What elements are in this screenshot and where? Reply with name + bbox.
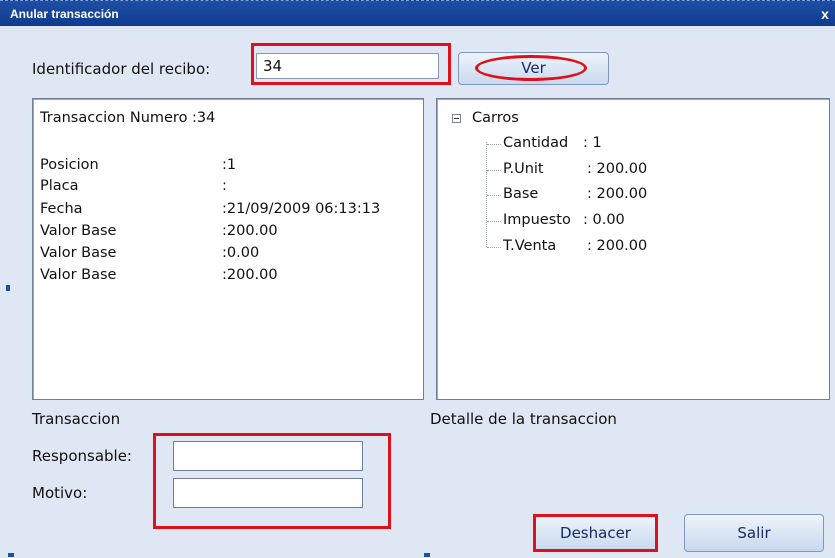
info-value: :1 [222,157,237,173]
view-highlight-oval [475,55,587,81]
receipt-highlight [251,43,451,85]
exit-button[interactable]: Salir [684,514,824,552]
bottom-left-marker [8,553,14,557]
receipt-id-label: Identificador del recibo: [32,60,211,78]
tree-node-value: : 1 [583,135,602,151]
tree-node-value: : 200.00 [587,186,648,202]
detail-section-label: Detalle de la transaccion [430,410,617,428]
tree-connector [487,170,501,171]
info-value: :200.00 [222,267,278,283]
fields-highlight [153,433,391,529]
bottom-mid-marker [424,553,430,557]
responsable-label: Responsable: [32,447,132,465]
transaction-number: Transaccion Numero :34 [40,110,216,126]
tree-node-value: : 0.00 [583,212,625,228]
undo-highlight [533,514,658,552]
close-icon[interactable]: x [818,5,832,23]
tree-connector [487,247,501,248]
left-edge-marker [6,285,10,291]
tree-node-label[interactable]: Cantidad [503,135,568,151]
tree-connector [487,221,501,222]
tree-node-label[interactable]: Base [503,186,538,202]
tree-node-label[interactable]: Impuesto [503,212,571,228]
info-label: Posicion [40,157,99,173]
tree-connector [487,144,501,145]
window-title: Anular transacción [10,7,119,21]
info-value: : [222,178,227,194]
info-label: Fecha [40,201,83,217]
motivo-label: Motivo: [32,484,88,502]
tree-node-label[interactable]: T.Venta [503,238,556,254]
tree-node-value: : 200.00 [587,238,648,254]
tree-node-value: : 200.00 [587,161,648,177]
tree-node-label[interactable]: P.Unit [503,161,544,177]
info-value: :21/09/2009 06:13:13 [222,201,381,217]
info-label: Valor Base [40,223,117,239]
info-label: Valor Base [40,245,117,261]
info-value: :0.00 [222,245,260,261]
info-label: Placa [40,178,79,194]
title-bar: Anular transacción x [0,0,835,27]
info-label: Valor Base [40,267,117,283]
tree-connector [487,195,501,196]
minus-box-icon[interactable] [452,114,461,123]
transaction-section-label: Transaccion [32,410,121,428]
tree-node-root[interactable]: Carros [472,110,519,126]
info-value: :200.00 [222,223,278,239]
